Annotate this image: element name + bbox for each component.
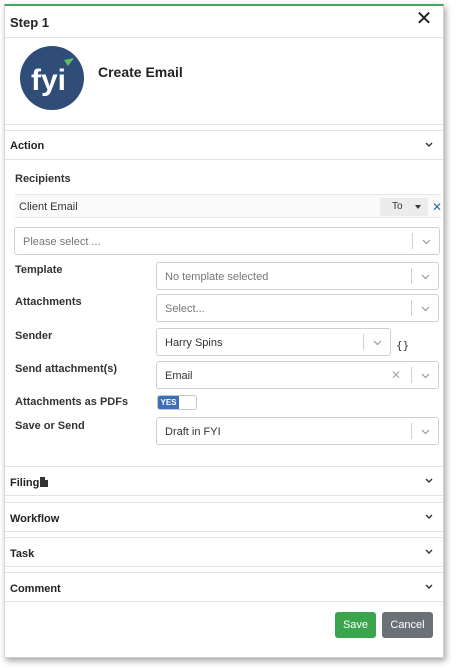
comment-section-header[interactable]: Comment — [5, 572, 443, 602]
step-dialog: Step 1 ✕ fyi Create Email Action Recipie… — [4, 4, 444, 658]
remove-recipient-icon[interactable]: ✕ — [432, 200, 442, 214]
attachments-select-value: Select... — [165, 303, 205, 315]
chevron-down-icon — [421, 306, 430, 312]
clear-icon[interactable]: ✕ — [391, 368, 401, 382]
chevron-down-icon — [373, 340, 382, 346]
select-divider — [411, 268, 412, 284]
recipients-label: Recipients — [15, 173, 71, 185]
select-divider — [411, 300, 412, 316]
chevron-down-icon — [425, 514, 433, 519]
attachments-pdf-toggle[interactable]: YES — [157, 395, 197, 410]
fyi-logo: fyi — [20, 46, 84, 110]
template-select[interactable]: No template selected — [156, 262, 439, 290]
task-section-header[interactable]: Task — [5, 537, 443, 567]
save-button[interactable]: Save — [335, 612, 376, 638]
recipient-name: Client Email — [19, 201, 78, 213]
template-select-value: No template selected — [165, 271, 269, 283]
task-section-title: Task — [10, 548, 35, 560]
template-label: Template — [15, 264, 63, 276]
attachments-select[interactable]: Select... — [156, 294, 439, 322]
dialog-title: Step 1 — [10, 15, 50, 30]
save-or-send-select[interactable]: Draft in FYI — [156, 417, 439, 445]
comment-section-title: Comment — [10, 583, 61, 595]
close-icon[interactable]: ✕ — [415, 9, 433, 29]
toggle-on-label: YES — [158, 396, 179, 409]
chevron-down-icon — [421, 429, 430, 435]
recipient-row: Client Email To ✕ — [15, 194, 442, 218]
attachments-label: Attachments — [15, 296, 82, 308]
chevron-down-icon — [425, 549, 433, 554]
select-divider — [363, 334, 364, 350]
save-or-send-value: Draft in FYI — [165, 426, 221, 438]
select-divider — [411, 367, 412, 383]
dialog-header: Step 1 ✕ — [5, 6, 443, 38]
email-step-header: fyi Create Email — [5, 39, 443, 125]
cancel-button[interactable]: Cancel — [382, 612, 433, 638]
svg-text:fyi: fyi — [31, 64, 66, 97]
send-attachments-label: Send attachment(s) — [15, 363, 118, 375]
sender-select[interactable]: Harry Spins — [156, 328, 391, 356]
chevron-down-icon — [421, 373, 430, 379]
sender-label: Sender — [15, 330, 53, 342]
chevron-down-icon — [425, 478, 433, 483]
chevron-down-icon — [425, 584, 433, 589]
workflow-section-title: Workflow — [10, 513, 60, 525]
recipient-select[interactable]: Please select ... — [14, 227, 440, 255]
recipient-type-value: To — [392, 201, 403, 212]
chevron-down-icon — [422, 239, 431, 245]
workflow-section-header[interactable]: Workflow — [5, 502, 443, 532]
send-attachments-select[interactable]: Email ✕ — [156, 361, 439, 389]
document-icon — [40, 477, 48, 487]
recipient-type-dropdown[interactable]: To — [380, 198, 428, 216]
filing-section-title: Filing — [10, 477, 40, 489]
sender-select-value: Harry Spins — [165, 337, 223, 349]
attachments-pdf-label: Attachments as PDFs — [15, 396, 129, 408]
save-or-send-label: Save or Send — [15, 420, 85, 432]
chevron-down-icon — [421, 274, 430, 280]
caret-down-icon — [415, 205, 421, 209]
select-divider — [412, 233, 413, 249]
insert-variable-icon[interactable]: {} — [396, 339, 409, 352]
action-section-header[interactable]: Action — [5, 130, 443, 160]
recipient-select-placeholder: Please select ... — [23, 236, 101, 248]
step-title: Create Email — [98, 64, 183, 80]
chevron-down-icon — [425, 142, 433, 147]
action-section-title: Action — [10, 140, 45, 152]
send-attachments-value: Email — [165, 370, 193, 382]
select-divider — [411, 423, 412, 439]
filing-section-header[interactable]: Filing — [5, 466, 443, 496]
